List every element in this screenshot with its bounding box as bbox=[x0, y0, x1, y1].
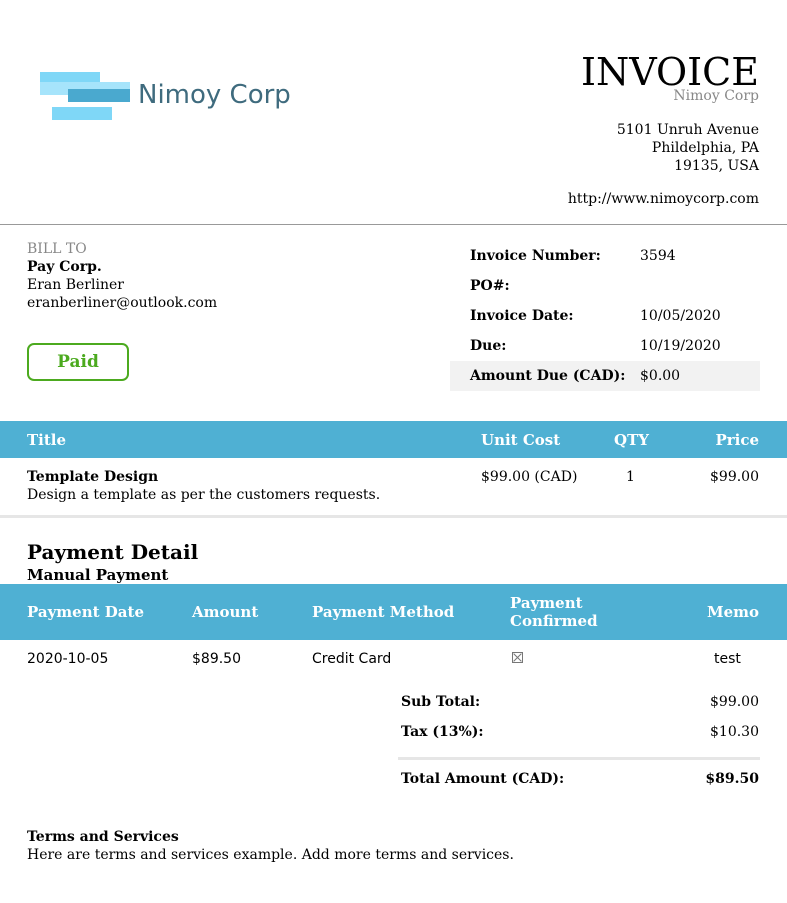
tax-label: Tax (13%): bbox=[401, 724, 484, 740]
header-divider bbox=[0, 224, 787, 225]
bill-to-label: BILL TO bbox=[27, 241, 87, 257]
address-line: 19135, USA bbox=[674, 158, 759, 174]
col-memo: Memo bbox=[706, 603, 759, 621]
address-line: Phildelphia, PA bbox=[651, 140, 759, 156]
payment-detail-subheading: Manual Payment bbox=[27, 566, 169, 584]
col-price: Price bbox=[715, 431, 759, 449]
meta-value: 10/19/2020 bbox=[640, 338, 721, 354]
col-payment-confirmed-line1: Payment bbox=[510, 594, 583, 612]
meta-label: Invoice Date: bbox=[470, 308, 574, 324]
meta-label: PO#: bbox=[470, 278, 510, 294]
col-payment-confirmed-line2: Confirmed bbox=[510, 612, 598, 630]
terms-text: Here are terms and services example. Add… bbox=[27, 847, 514, 863]
payment-date: 2020-10-05 bbox=[27, 651, 109, 667]
subtotal-label: Sub Total: bbox=[401, 694, 481, 710]
company-address: 5101 Unruh Avenue Phildelphia, PA 19135,… bbox=[617, 121, 759, 175]
item-price: $99.00 bbox=[710, 469, 759, 485]
meta-label: Amount Due (CAD): bbox=[470, 368, 626, 384]
table-row: Template Design Design a template as per… bbox=[0, 458, 787, 514]
meta-label: Invoice Number: bbox=[470, 248, 601, 264]
divider bbox=[0, 515, 787, 518]
terms-heading: Terms and Services bbox=[27, 829, 179, 845]
col-unit-cost: Unit Cost bbox=[481, 431, 561, 449]
subtotal-value: $99.00 bbox=[710, 694, 759, 710]
col-payment-method: Payment Method bbox=[312, 603, 455, 621]
payment-memo: test bbox=[714, 651, 741, 667]
payment-method: Credit Card bbox=[312, 651, 392, 667]
divider bbox=[398, 757, 760, 760]
meta-row: Due: 10/19/2020 bbox=[450, 331, 760, 361]
tax-value: $10.30 bbox=[710, 724, 759, 740]
col-payment-date: Payment Date bbox=[27, 603, 144, 621]
address-line: 5101 Unruh Avenue bbox=[616, 122, 759, 138]
checkbox-crossed-icon bbox=[512, 652, 523, 663]
logo-text: Nimoy Corp bbox=[138, 80, 291, 110]
item-title: Template Design bbox=[27, 469, 159, 485]
bill-to-email: eranberliner@outlook.com bbox=[27, 295, 218, 311]
bill-to-name: Eran Berliner bbox=[27, 277, 124, 293]
meta-label: Due: bbox=[470, 338, 507, 354]
payment-detail-heading: Payment Detail bbox=[27, 540, 199, 564]
bill-to-company: Pay Corp. bbox=[27, 259, 102, 275]
payment-table-header: Payment Date Amount Payment Method Payme… bbox=[0, 584, 787, 640]
logo-bar bbox=[68, 89, 130, 102]
meta-row: Invoice Number: 3594 bbox=[450, 241, 760, 271]
meta-value: 10/05/2020 bbox=[640, 308, 721, 324]
company-website[interactable]: http://www.nimoycorp.com bbox=[568, 191, 759, 207]
company-name: Nimoy Corp bbox=[673, 88, 759, 104]
col-title: Title bbox=[27, 431, 67, 449]
item-qty: 1 bbox=[626, 469, 635, 485]
item-unit-cost: $99.00 (CAD) bbox=[481, 469, 578, 485]
items-table-header: Title Unit Cost QTY Price bbox=[0, 421, 787, 458]
payment-amount: $89.50 bbox=[192, 651, 241, 667]
company-logo: Nimoy Corp bbox=[40, 72, 300, 124]
col-qty: QTY bbox=[614, 431, 649, 449]
meta-value: $0.00 bbox=[640, 368, 681, 384]
meta-row: PO#: bbox=[450, 271, 760, 301]
item-description: Design a template as per the customers r… bbox=[27, 487, 381, 503]
total-label: Total Amount (CAD): bbox=[401, 771, 565, 787]
meta-value: 3594 bbox=[640, 248, 676, 264]
col-amount: Amount bbox=[192, 603, 259, 621]
total-value: $89.50 bbox=[705, 771, 759, 787]
status-badge: Paid bbox=[27, 343, 129, 381]
col-payment-confirmed: Payment Confirmed bbox=[510, 594, 598, 630]
logo-bar bbox=[52, 107, 112, 120]
table-row: 2020-10-05 $89.50 Credit Card test bbox=[0, 640, 787, 680]
meta-row-amount-due: Amount Due (CAD): $0.00 bbox=[450, 361, 760, 391]
meta-row: Invoice Date: 10/05/2020 bbox=[450, 301, 760, 331]
